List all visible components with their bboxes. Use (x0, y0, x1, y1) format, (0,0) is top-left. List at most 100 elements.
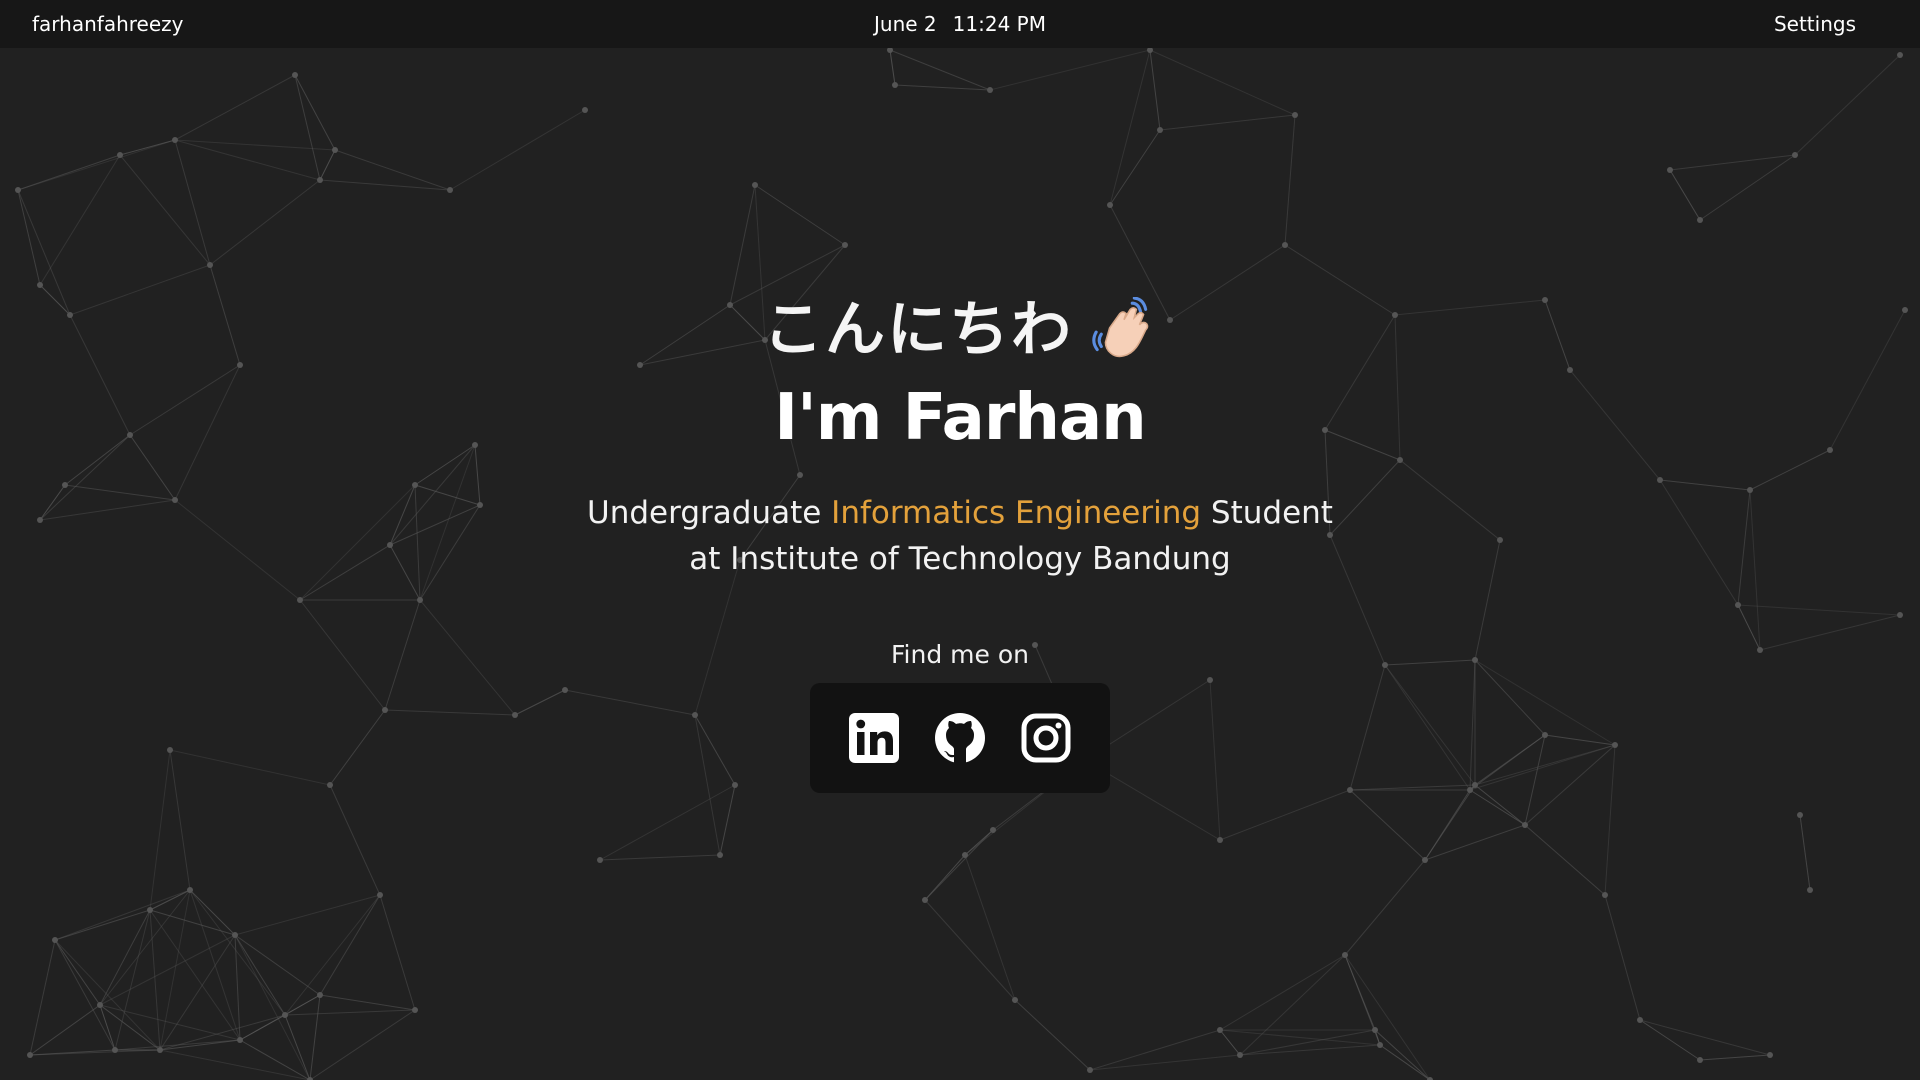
network-node (1282, 242, 1288, 248)
network-node (597, 857, 603, 863)
network-node (317, 992, 323, 998)
date-text: June 2 (874, 12, 937, 36)
network-node (37, 282, 43, 288)
network-node (232, 932, 238, 938)
network-node (282, 1012, 288, 1018)
network-line (159, 1049, 311, 1080)
network-node (147, 907, 153, 913)
network-line (1424, 824, 1526, 861)
network-line (924, 899, 1016, 1001)
network-line (889, 49, 896, 86)
network-node (1217, 837, 1223, 843)
network-node (1377, 1042, 1383, 1048)
network-node (1807, 887, 1813, 893)
network-node (1697, 1057, 1703, 1063)
network-line (284, 1014, 311, 1080)
instagram-icon[interactable] (1020, 712, 1072, 764)
network-node (1292, 112, 1298, 118)
network-line (329, 784, 381, 896)
network-node (1012, 997, 1018, 1003)
network-line (1219, 789, 1351, 841)
social-links-panel (810, 683, 1110, 793)
hero-section: こんにちわ I'm Farhan Undergraduate Informati… (0, 290, 1920, 793)
network-node (1797, 812, 1803, 818)
network-node (112, 1047, 118, 1053)
network-node (157, 1047, 163, 1053)
network-line (309, 994, 321, 1080)
network-node (237, 1037, 243, 1043)
network-line (989, 49, 1151, 91)
network-line (1639, 1019, 1771, 1056)
network-node (1087, 1067, 1093, 1073)
network-line (1219, 1029, 1381, 1046)
subtitle: Undergraduate Informatics Engineering St… (580, 490, 1340, 582)
network-line (894, 84, 991, 91)
network-line (114, 1039, 241, 1051)
network-line (729, 184, 756, 306)
network-line (99, 934, 236, 1006)
network-line (1014, 999, 1091, 1071)
network-node (52, 937, 58, 943)
network-node (1522, 822, 1528, 828)
network-line (599, 784, 736, 861)
greeting-heading: こんにちわ (763, 290, 1157, 370)
network-line (1794, 54, 1901, 156)
network-line (1344, 954, 1431, 1080)
network-line (319, 149, 336, 181)
network-line (1604, 894, 1641, 1021)
network-line (99, 1004, 161, 1051)
network-line (1109, 49, 1151, 206)
top-bar: farhanfahreezy June 2 11:24 PM Settings (0, 0, 1920, 48)
network-line (964, 854, 1016, 1001)
network-line (54, 939, 101, 1006)
network-line (309, 1009, 416, 1080)
network-line (234, 934, 286, 1016)
network-line (119, 139, 176, 156)
network-node (1697, 217, 1703, 223)
find-me-label: Find me on (891, 640, 1029, 669)
network-line (754, 184, 846, 246)
settings-button[interactable]: Settings (1774, 12, 1856, 36)
network-line (319, 994, 416, 1011)
network-line (1524, 824, 1606, 896)
network-line (889, 49, 991, 91)
brand-link[interactable]: farhanfahreezy (32, 12, 183, 36)
network-node (332, 147, 338, 153)
network-line (294, 74, 336, 151)
subtitle-accent: Informatics Engineering (831, 495, 1202, 531)
network-line (964, 829, 994, 856)
network-node (962, 852, 968, 858)
network-line (119, 154, 211, 266)
linkedin-icon[interactable] (848, 712, 900, 764)
network-line (29, 939, 56, 1056)
subtitle-prefix: Undergraduate (587, 495, 832, 531)
network-line (1469, 789, 1526, 826)
network-line (54, 909, 151, 941)
network-line (209, 179, 321, 266)
github-icon[interactable] (934, 712, 986, 764)
network-line (239, 1014, 286, 1041)
network-node (27, 1052, 33, 1058)
network-line (234, 894, 381, 936)
network-line (1639, 1019, 1701, 1061)
network-line (1379, 1044, 1431, 1080)
network-node (1897, 52, 1903, 58)
network-line (29, 1004, 101, 1056)
network-line (294, 74, 321, 181)
name-heading: I'm Farhan (774, 381, 1146, 455)
network-node (447, 187, 453, 193)
network-node (377, 892, 383, 898)
network-node (292, 72, 298, 78)
network-line (319, 894, 381, 996)
network-line (99, 909, 151, 1006)
network-line (719, 784, 736, 856)
network-line (149, 889, 191, 911)
network-node (117, 152, 123, 158)
network-line (1349, 789, 1426, 861)
network-line (54, 939, 116, 1051)
network-line (1424, 789, 1471, 861)
network-line (54, 889, 191, 941)
network-node (1157, 127, 1163, 133)
time-text: 11:24 PM (952, 12, 1046, 36)
network-node (15, 187, 21, 193)
